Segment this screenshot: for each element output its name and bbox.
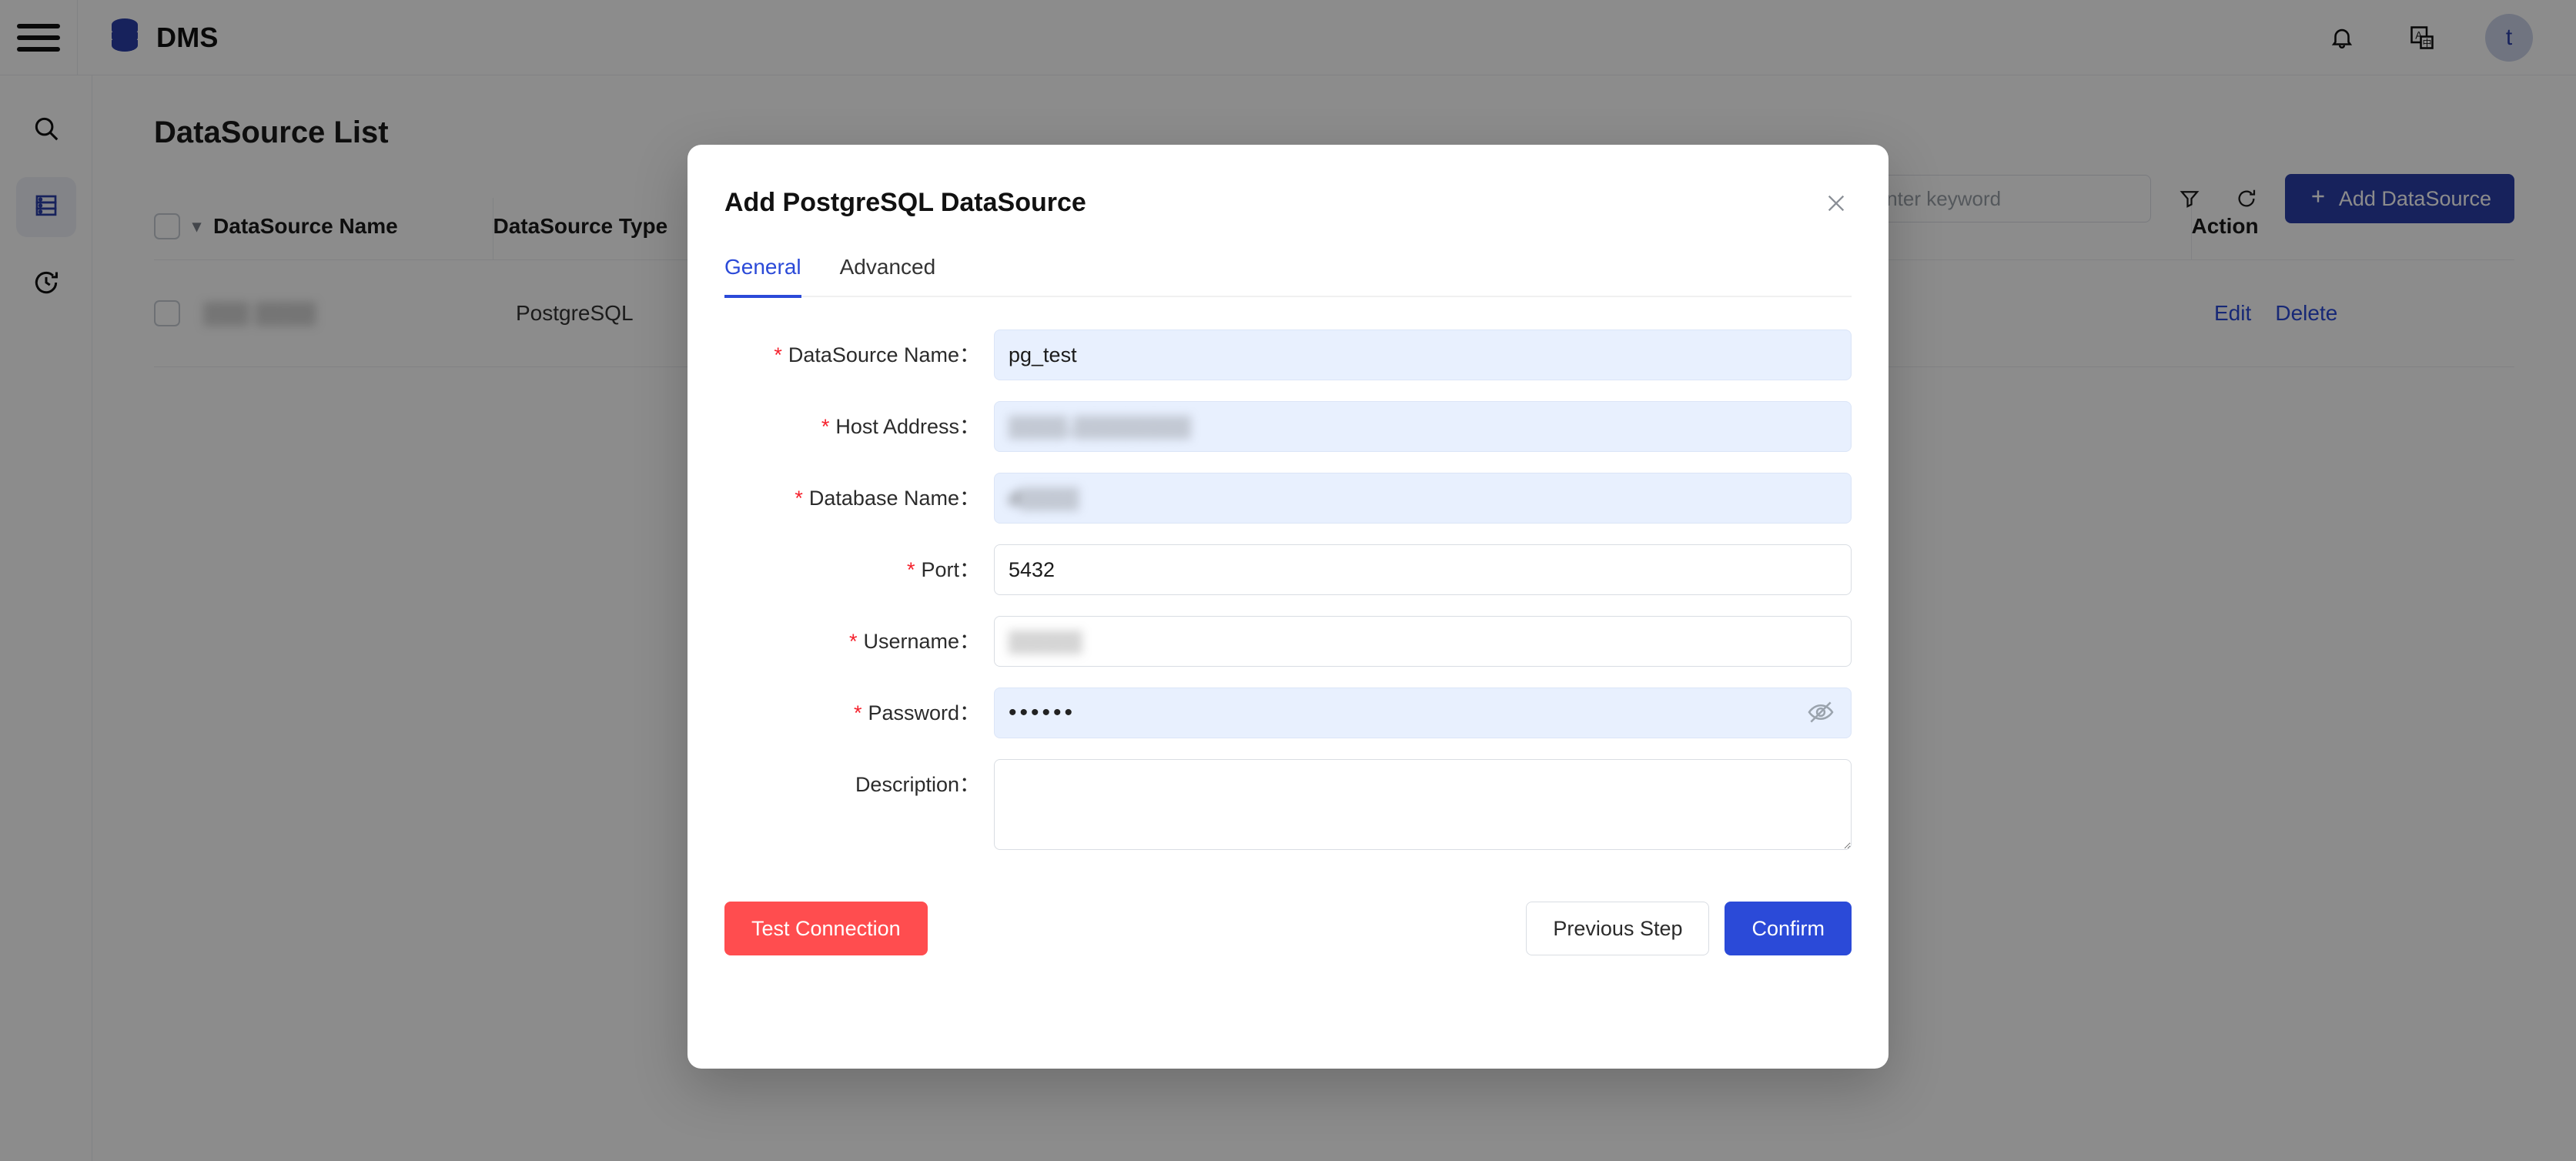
database-name-value: d▒▒▒▒	[1009, 486, 1079, 510]
tab-general[interactable]: General	[724, 255, 801, 298]
host-address-input[interactable]: ▒▒▒▒.▒▒▒▒▒▒▒▒	[994, 401, 1852, 452]
label-database-name: * Database Name：	[795, 487, 980, 510]
close-icon[interactable]	[1818, 185, 1855, 222]
field-row-port: * Port： 5432	[724, 544, 1852, 595]
modal-footer: Test Connection Previous Step Confirm	[724, 902, 1852, 955]
eye-slash-icon[interactable]	[1806, 698, 1837, 728]
required-asterisk: *	[848, 630, 858, 653]
label-password: * Password：	[853, 701, 980, 724]
modal-tabs: General Advanced	[724, 255, 1852, 298]
datasource-form: * DataSource Name： pg_test * Host Address：…	[724, 330, 1852, 854]
required-asterisk: *	[853, 701, 862, 724]
application-root: DMS A 中 t DataSource List Enter keyword …	[0, 0, 2576, 1161]
host-address-value: ▒▒▒▒.▒▒▒▒▒▒▒▒	[1009, 414, 1192, 438]
tab-advanced[interactable]: Advanced	[840, 255, 936, 296]
label-host-address: * Host Address：	[821, 415, 980, 438]
password-input[interactable]: ••••••	[994, 688, 1852, 738]
required-asterisk: *	[821, 415, 830, 438]
add-datasource-modal: Add PostgreSQL DataSource General Advanc…	[687, 145, 1889, 1069]
confirm-button[interactable]: Confirm	[1725, 902, 1852, 955]
field-row-username: * Username： ▒▒▒▒▒	[724, 616, 1852, 667]
label-username: * Username：	[848, 630, 980, 653]
previous-step-button[interactable]: Previous Step	[1526, 902, 1710, 955]
label-datasource-name: * DataSource Name：	[774, 343, 980, 366]
username-input[interactable]: ▒▒▒▒▒	[994, 616, 1852, 667]
label-description: Description：	[855, 773, 980, 796]
datasource-name-value: pg_test	[1009, 343, 1077, 366]
modal-title: Add PostgreSQL DataSource	[724, 188, 1086, 217]
port-input[interactable]: 5432	[994, 544, 1852, 595]
database-name-input[interactable]: d▒▒▒▒	[994, 473, 1852, 524]
field-row-datasource-name: * DataSource Name： pg_test	[724, 330, 1852, 380]
required-asterisk: *	[795, 487, 803, 510]
port-value: 5432	[1009, 557, 1055, 581]
username-value: ▒▒▒▒▒	[1009, 629, 1082, 653]
field-row-database-name: * Database Name： d▒▒▒▒	[724, 473, 1852, 524]
field-row-password: * Password： ••••••	[724, 688, 1852, 738]
required-asterisk: *	[906, 558, 915, 581]
description-textarea[interactable]	[994, 759, 1852, 850]
test-connection-button[interactable]: Test Connection	[724, 902, 928, 955]
required-asterisk: *	[774, 343, 782, 366]
datasource-name-input[interactable]: pg_test	[994, 330, 1852, 380]
field-row-description: Description：	[724, 759, 1852, 854]
label-port: * Port：	[906, 558, 980, 581]
field-row-host-address: * Host Address： ▒▒▒▒.▒▒▒▒▒▒▒▒	[724, 401, 1852, 452]
password-value: ••••••	[1009, 700, 1076, 725]
